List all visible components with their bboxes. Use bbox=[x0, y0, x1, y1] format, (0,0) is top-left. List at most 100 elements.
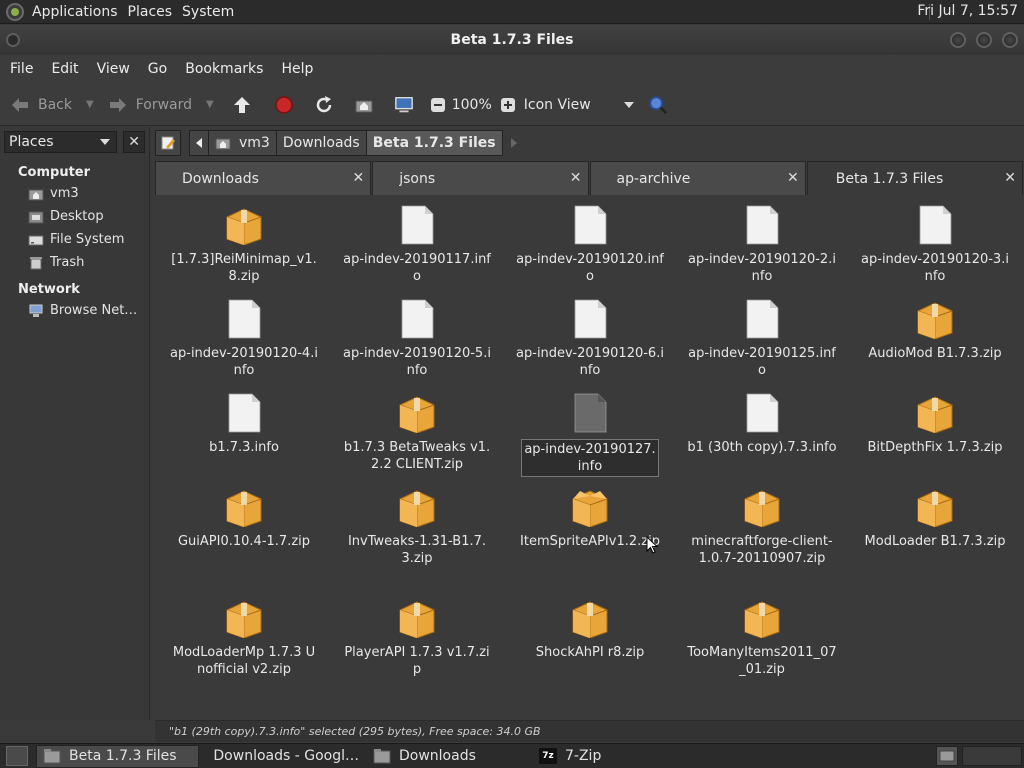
sidebar-item-browse-network[interactable]: Browse Net… bbox=[0, 299, 149, 322]
folder-icon bbox=[939, 750, 955, 762]
task-7zip[interactable]: 7z 7-Zip bbox=[533, 745, 693, 768]
zoom-in-button[interactable] bbox=[498, 89, 518, 121]
archive-icon bbox=[399, 396, 435, 433]
workspace-switcher[interactable] bbox=[936, 746, 958, 766]
menu-system[interactable]: System bbox=[180, 4, 242, 20]
sidebar-item-file-system[interactable]: File System bbox=[0, 228, 149, 251]
stop-button[interactable] bbox=[274, 89, 294, 121]
task-beta-files[interactable]: Beta 1.7.3 Files bbox=[36, 744, 199, 768]
file-item[interactable]: ap-indev-20190120-3.info bbox=[860, 195, 1010, 285]
file-item[interactable]: BitDepthFix 1.7.3.zip bbox=[860, 383, 1010, 456]
file-name: ModLoader B1.7.3.zip bbox=[864, 534, 1006, 549]
sidebar-item-trash[interactable]: Trash bbox=[0, 251, 149, 274]
file-name: b1.7.3 BetaTweaks v1.2.2 CLIENT.zip bbox=[343, 440, 491, 472]
breadcrumb-scroll-left-button[interactable] bbox=[189, 130, 209, 156]
file-item[interactable]: b1 (30th copy).7.3.info bbox=[687, 383, 837, 456]
close-button[interactable] bbox=[1002, 32, 1018, 48]
back-button[interactable]: Back ▼ bbox=[10, 89, 94, 121]
sidebar-close-button[interactable]: ✕ bbox=[123, 131, 145, 153]
tab-ap-archive[interactable]: ap-archive ✕ bbox=[589, 161, 806, 195]
network-icon bbox=[29, 304, 43, 317]
close-icon[interactable]: ✕ bbox=[570, 170, 582, 186]
breadcrumb-vm3[interactable]: vm3 bbox=[209, 130, 277, 156]
search-button[interactable] bbox=[648, 89, 668, 121]
dropdown-arrow-icon bbox=[100, 139, 111, 145]
system-logo-icon[interactable] bbox=[6, 2, 24, 21]
window-titlebar[interactable]: Beta 1.7.3 Files bbox=[0, 25, 1024, 55]
file-item[interactable]: ap-indev-20190120-6.info bbox=[515, 289, 665, 379]
minimize-button[interactable] bbox=[950, 32, 966, 48]
breadcrumb-downloads[interactable]: Downloads bbox=[276, 130, 367, 156]
file-item[interactable]: ap-indev-20190120-4.info bbox=[169, 289, 319, 379]
menu-help[interactable]: Help bbox=[275, 61, 325, 77]
zoom-level[interactable]: 100% bbox=[452, 89, 492, 121]
forward-button[interactable]: Forward ▼ bbox=[108, 89, 214, 121]
file-item[interactable]: ShockAhPI r8.zip bbox=[515, 588, 665, 661]
file-name: AudioMod B1.7.3.zip bbox=[868, 346, 1002, 361]
sidebar-item-vm3[interactable]: vm3 bbox=[0, 182, 149, 205]
file-item[interactable]: ModLoaderMp 1.7.3 Unofficial v2.zip bbox=[169, 588, 319, 678]
file-item[interactable]: ap-indev-20190117.info bbox=[342, 195, 492, 285]
file-item[interactable]: b1.7.3.info bbox=[169, 383, 319, 456]
file-item[interactable]: ModLoader B1.7.3.zip bbox=[860, 477, 1010, 550]
computer-button[interactable] bbox=[394, 89, 414, 121]
bottom-taskbar: Beta 1.7.3 Files Downloads - Googl… Down… bbox=[0, 743, 1024, 768]
zoom-out-button[interactable] bbox=[428, 89, 448, 121]
back-arrow-icon bbox=[10, 95, 30, 115]
menu-applications[interactable]: Applications bbox=[30, 4, 126, 20]
file-item[interactable]: ItemSpriteAPIv1.2.zip bbox=[515, 477, 665, 550]
home-button[interactable] bbox=[354, 89, 374, 121]
file-item[interactable]: PlayerAPI 1.7.3 v1.7.zip bbox=[342, 588, 492, 678]
document-icon bbox=[574, 299, 607, 339]
sidebar-selector[interactable]: Places bbox=[4, 131, 118, 153]
menu-file[interactable]: File bbox=[4, 61, 45, 77]
menu-go[interactable]: Go bbox=[142, 61, 179, 77]
clock[interactable]: Fri Jul 7, 15:57 bbox=[917, 3, 1018, 19]
archive-icon bbox=[399, 490, 435, 527]
home-icon bbox=[28, 189, 44, 200]
file-item[interactable]: InvTweaks-1.31-B1.7.3.zip bbox=[342, 477, 492, 567]
show-desktop-icon[interactable] bbox=[6, 746, 28, 766]
file-item[interactable]: ap-indev-20190125.info bbox=[687, 289, 837, 379]
close-icon[interactable]: ✕ bbox=[1004, 170, 1016, 186]
task-chrome-downloads[interactable]: Downloads - Googl… bbox=[199, 745, 367, 768]
file-item[interactable]: ap-indev-20190120-2.info bbox=[687, 195, 837, 285]
back-history-dropdown-icon[interactable]: ▼ bbox=[86, 99, 94, 110]
file-item[interactable]: GuiAPI0.10.4-1.7.zip bbox=[169, 477, 319, 550]
tab-beta-files[interactable]: Beta 1.7.3 Files ✕ bbox=[806, 161, 1023, 195]
close-icon[interactable]: ✕ bbox=[353, 170, 365, 186]
archive-icon bbox=[226, 601, 262, 638]
menu-view[interactable]: View bbox=[91, 61, 142, 77]
window-menu-icon[interactable] bbox=[6, 33, 20, 47]
tab-jsons[interactable]: jsons ✕ bbox=[372, 161, 589, 195]
file-icon-view[interactable]: [1.7.3]ReiMinimap_v1.8.zip ap-indev-20190… bbox=[155, 195, 1024, 720]
file-item[interactable]: ap-indev-20190120.info bbox=[515, 195, 665, 285]
document-icon bbox=[401, 205, 434, 245]
reload-button[interactable] bbox=[314, 89, 334, 121]
search-icon bbox=[648, 95, 668, 115]
document-icon bbox=[574, 205, 607, 245]
workspace-empty[interactable] bbox=[962, 746, 1022, 766]
view-mode-dropdown[interactable]: Icon View bbox=[524, 89, 634, 121]
maximize-button[interactable] bbox=[976, 32, 992, 48]
tab-downloads[interactable]: Downloads ✕ bbox=[155, 161, 372, 195]
home-icon bbox=[215, 138, 231, 149]
close-icon[interactable]: ✕ bbox=[787, 170, 799, 186]
menu-edit[interactable]: Edit bbox=[45, 61, 90, 77]
file-item[interactable]: [1.7.3]ReiMinimap_v1.8.zip bbox=[169, 195, 319, 285]
sidebar-item-desktop[interactable]: Desktop bbox=[0, 205, 149, 228]
file-item[interactable]: TooManyItems2011_07_01.zip bbox=[687, 588, 837, 678]
file-item[interactable]: minecraftforge-client-1.0.7-20110907.zip bbox=[687, 477, 837, 567]
file-item[interactable]: AudioMod B1.7.3.zip bbox=[860, 289, 1010, 362]
edit-location-button[interactable] bbox=[155, 130, 181, 156]
up-button[interactable] bbox=[232, 89, 252, 121]
forward-history-dropdown-icon[interactable]: ▼ bbox=[206, 99, 214, 110]
menu-places[interactable]: Places bbox=[126, 4, 181, 20]
file-item-renaming[interactable]: ap-indev-20190127.info bbox=[515, 383, 665, 477]
task-downloads[interactable]: Downloads bbox=[367, 745, 533, 768]
breadcrumb-current[interactable]: Beta 1.7.3 Files bbox=[366, 130, 503, 156]
menu-bookmarks[interactable]: Bookmarks bbox=[179, 61, 275, 77]
file-item[interactable]: ap-indev-20190120-5.info bbox=[342, 289, 492, 379]
file-item[interactable]: b1.7.3 BetaTweaks v1.2.2 CLIENT.zip bbox=[342, 383, 492, 473]
rename-field[interactable]: ap-indev-20190127.info bbox=[521, 439, 659, 477]
